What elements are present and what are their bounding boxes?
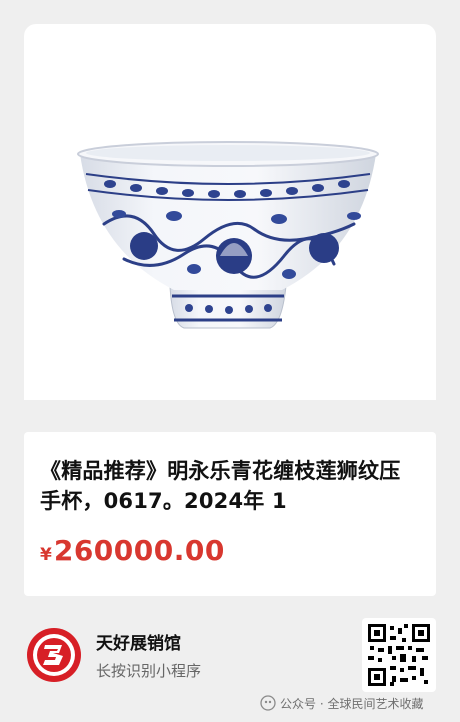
shop-text: 天好展销馆 长按识别小程序 xyxy=(96,629,201,681)
currency-symbol: ¥ xyxy=(40,545,52,565)
price-value: 260000.00 xyxy=(53,534,225,567)
product-price: ¥ 260000.00 xyxy=(40,534,420,567)
wechat-official-account-icon xyxy=(260,695,276,711)
qr-code-icon xyxy=(368,624,430,686)
product-info-panel[interactable]: 《精品推荐》明永乐青花缠枝莲狮纹压手杯，0617。2024年 1 ¥ 26000… xyxy=(24,432,436,596)
porcelain-bowl-image xyxy=(77,141,379,329)
mini-program-hint: 长按识别小程序 xyxy=(96,662,202,680)
shop-name: 天好展销馆 xyxy=(96,634,181,654)
product-image-card[interactable] xyxy=(24,24,436,400)
mini-program-qr-code[interactable] xyxy=(362,618,436,692)
watermark: 公众号 · 全球民间艺术收藏 xyxy=(260,693,423,713)
shop-logo-icon xyxy=(27,628,81,682)
product-title: 《精品推荐》明永乐青花缠枝莲狮纹压手杯，0617。2024年 1 xyxy=(40,459,401,513)
watermark-text: 公众号 · 全球民间艺术收藏 xyxy=(280,696,424,711)
shop-footer[interactable]: 天好展销馆 长按识别小程序 xyxy=(24,612,436,698)
